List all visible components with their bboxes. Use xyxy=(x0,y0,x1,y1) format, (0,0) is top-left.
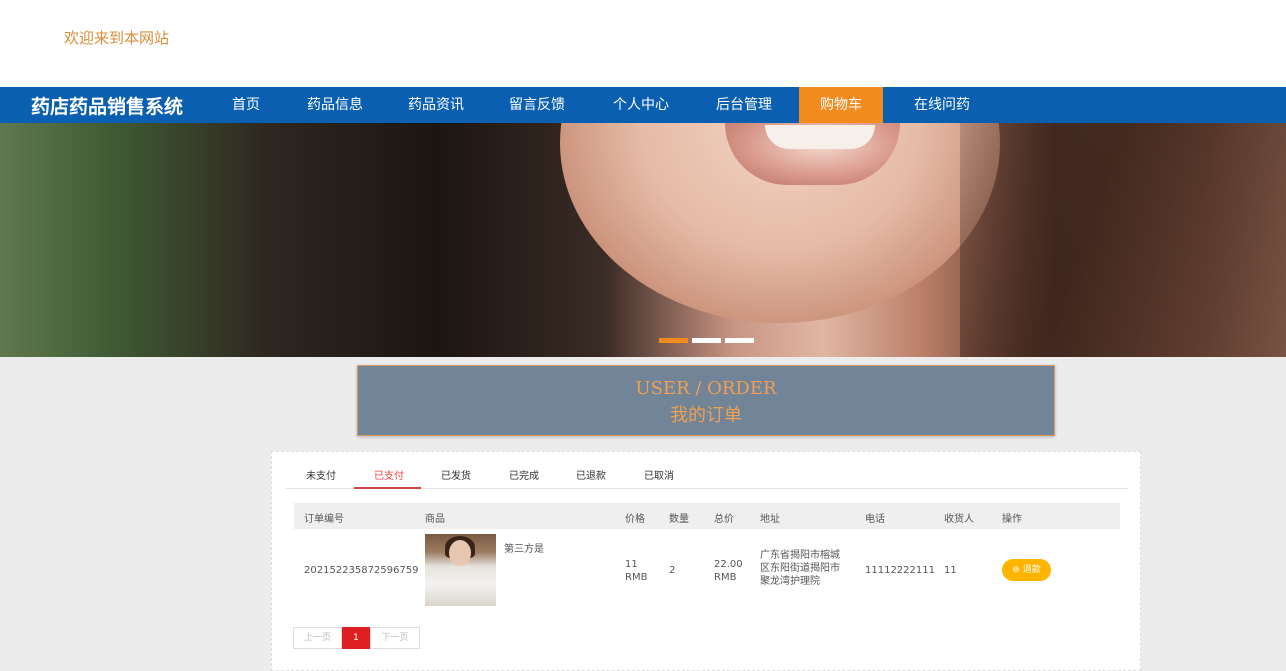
th-product: 商品 xyxy=(425,514,445,525)
carousel-dot-2[interactable] xyxy=(692,338,721,343)
th-order-no: 订单编号 xyxy=(304,514,344,525)
nav-item-user-center[interactable]: 个人中心 xyxy=(613,87,669,123)
th-address: 地址 xyxy=(760,514,780,525)
nav-item-drug-info[interactable]: 药品信息 xyxy=(307,87,363,123)
banner-carousel[interactable] xyxy=(0,123,1286,357)
refund-button[interactable]: ⊛ 退款 xyxy=(1002,559,1051,581)
cell-address: 广东省揭阳市榕城区东阳街道揭阳市聚龙湾护理院 xyxy=(760,550,840,587)
page-1-button[interactable]: 1 xyxy=(342,627,370,649)
cell-phone: 11112222111 xyxy=(865,565,935,576)
th-action: 操作 xyxy=(1002,514,1022,525)
nav-item-home[interactable]: 首页 xyxy=(232,87,260,123)
th-price: 价格 xyxy=(625,514,645,525)
cell-product-name[interactable]: 第三方是 xyxy=(504,543,544,556)
prev-page-button[interactable]: 上一页 xyxy=(293,627,342,649)
cell-order-no: 202152235872596759 xyxy=(304,565,419,576)
nav-item-cart[interactable]: 购物车 xyxy=(799,87,883,123)
nav-item-feedback[interactable]: 留言反馈 xyxy=(509,87,565,123)
carousel-dot-1[interactable] xyxy=(659,338,688,343)
banner-teeth xyxy=(765,125,875,149)
th-total: 总价 xyxy=(714,514,734,525)
order-tabs: 未支付 已支付 已发货 已完成 已退款 已取消 xyxy=(286,460,1128,489)
cell-qty: 2 xyxy=(669,565,676,576)
tab-shipped[interactable]: 已发货 xyxy=(441,467,471,482)
product-image-head xyxy=(449,540,471,566)
main-nav: 药店药品销售系统 首页 药品信息 药品资讯 留言反馈 个人中心 后台管理 购物车… xyxy=(0,87,1286,123)
tab-unpaid[interactable]: 未支付 xyxy=(306,467,336,482)
th-receiver: 收货人 xyxy=(944,514,974,525)
next-page-button[interactable]: 下一页 xyxy=(370,627,420,649)
top-header: 欢迎来到本网站 xyxy=(0,0,1286,87)
cell-total: 22.00 RMB xyxy=(714,559,743,583)
tab-paid[interactable]: 已支付 xyxy=(374,467,404,482)
section-title: USER / ORDER 我的订单 xyxy=(357,365,1055,436)
orders-panel: 未支付 已支付 已发货 已完成 已退款 已取消 订单编号 商品 价格 数量 总价… xyxy=(271,451,1141,671)
tab-active-indicator xyxy=(354,487,421,489)
site-brand[interactable]: 药店药品销售系统 xyxy=(31,92,183,119)
nav-item-consult[interactable]: 在线问药 xyxy=(914,87,970,123)
th-phone: 电话 xyxy=(865,514,885,525)
section-title-cn: 我的订单 xyxy=(670,405,742,426)
banner-hair xyxy=(960,123,1286,357)
cell-receiver: 11 xyxy=(944,565,957,576)
nav-item-admin[interactable]: 后台管理 xyxy=(716,87,772,123)
tab-cancelled[interactable]: 已取消 xyxy=(644,467,674,482)
welcome-text: 欢迎来到本网站 xyxy=(64,29,170,47)
product-image[interactable] xyxy=(425,534,496,606)
refund-icon: ⊛ xyxy=(1012,565,1023,575)
nav-item-drug-news[interactable]: 药品资讯 xyxy=(408,87,464,123)
th-qty: 数量 xyxy=(669,514,689,525)
cell-price: 11 RMB xyxy=(625,559,648,583)
tab-refunded[interactable]: 已退款 xyxy=(576,467,606,482)
refund-label: 退款 xyxy=(1022,565,1041,575)
section-title-en: USER / ORDER xyxy=(635,378,777,399)
table-header: 订单编号 商品 价格 数量 总价 地址 电话 收货人 操作 xyxy=(294,503,1120,529)
carousel-dot-3[interactable] xyxy=(725,338,754,343)
tab-completed[interactable]: 已完成 xyxy=(509,467,539,482)
